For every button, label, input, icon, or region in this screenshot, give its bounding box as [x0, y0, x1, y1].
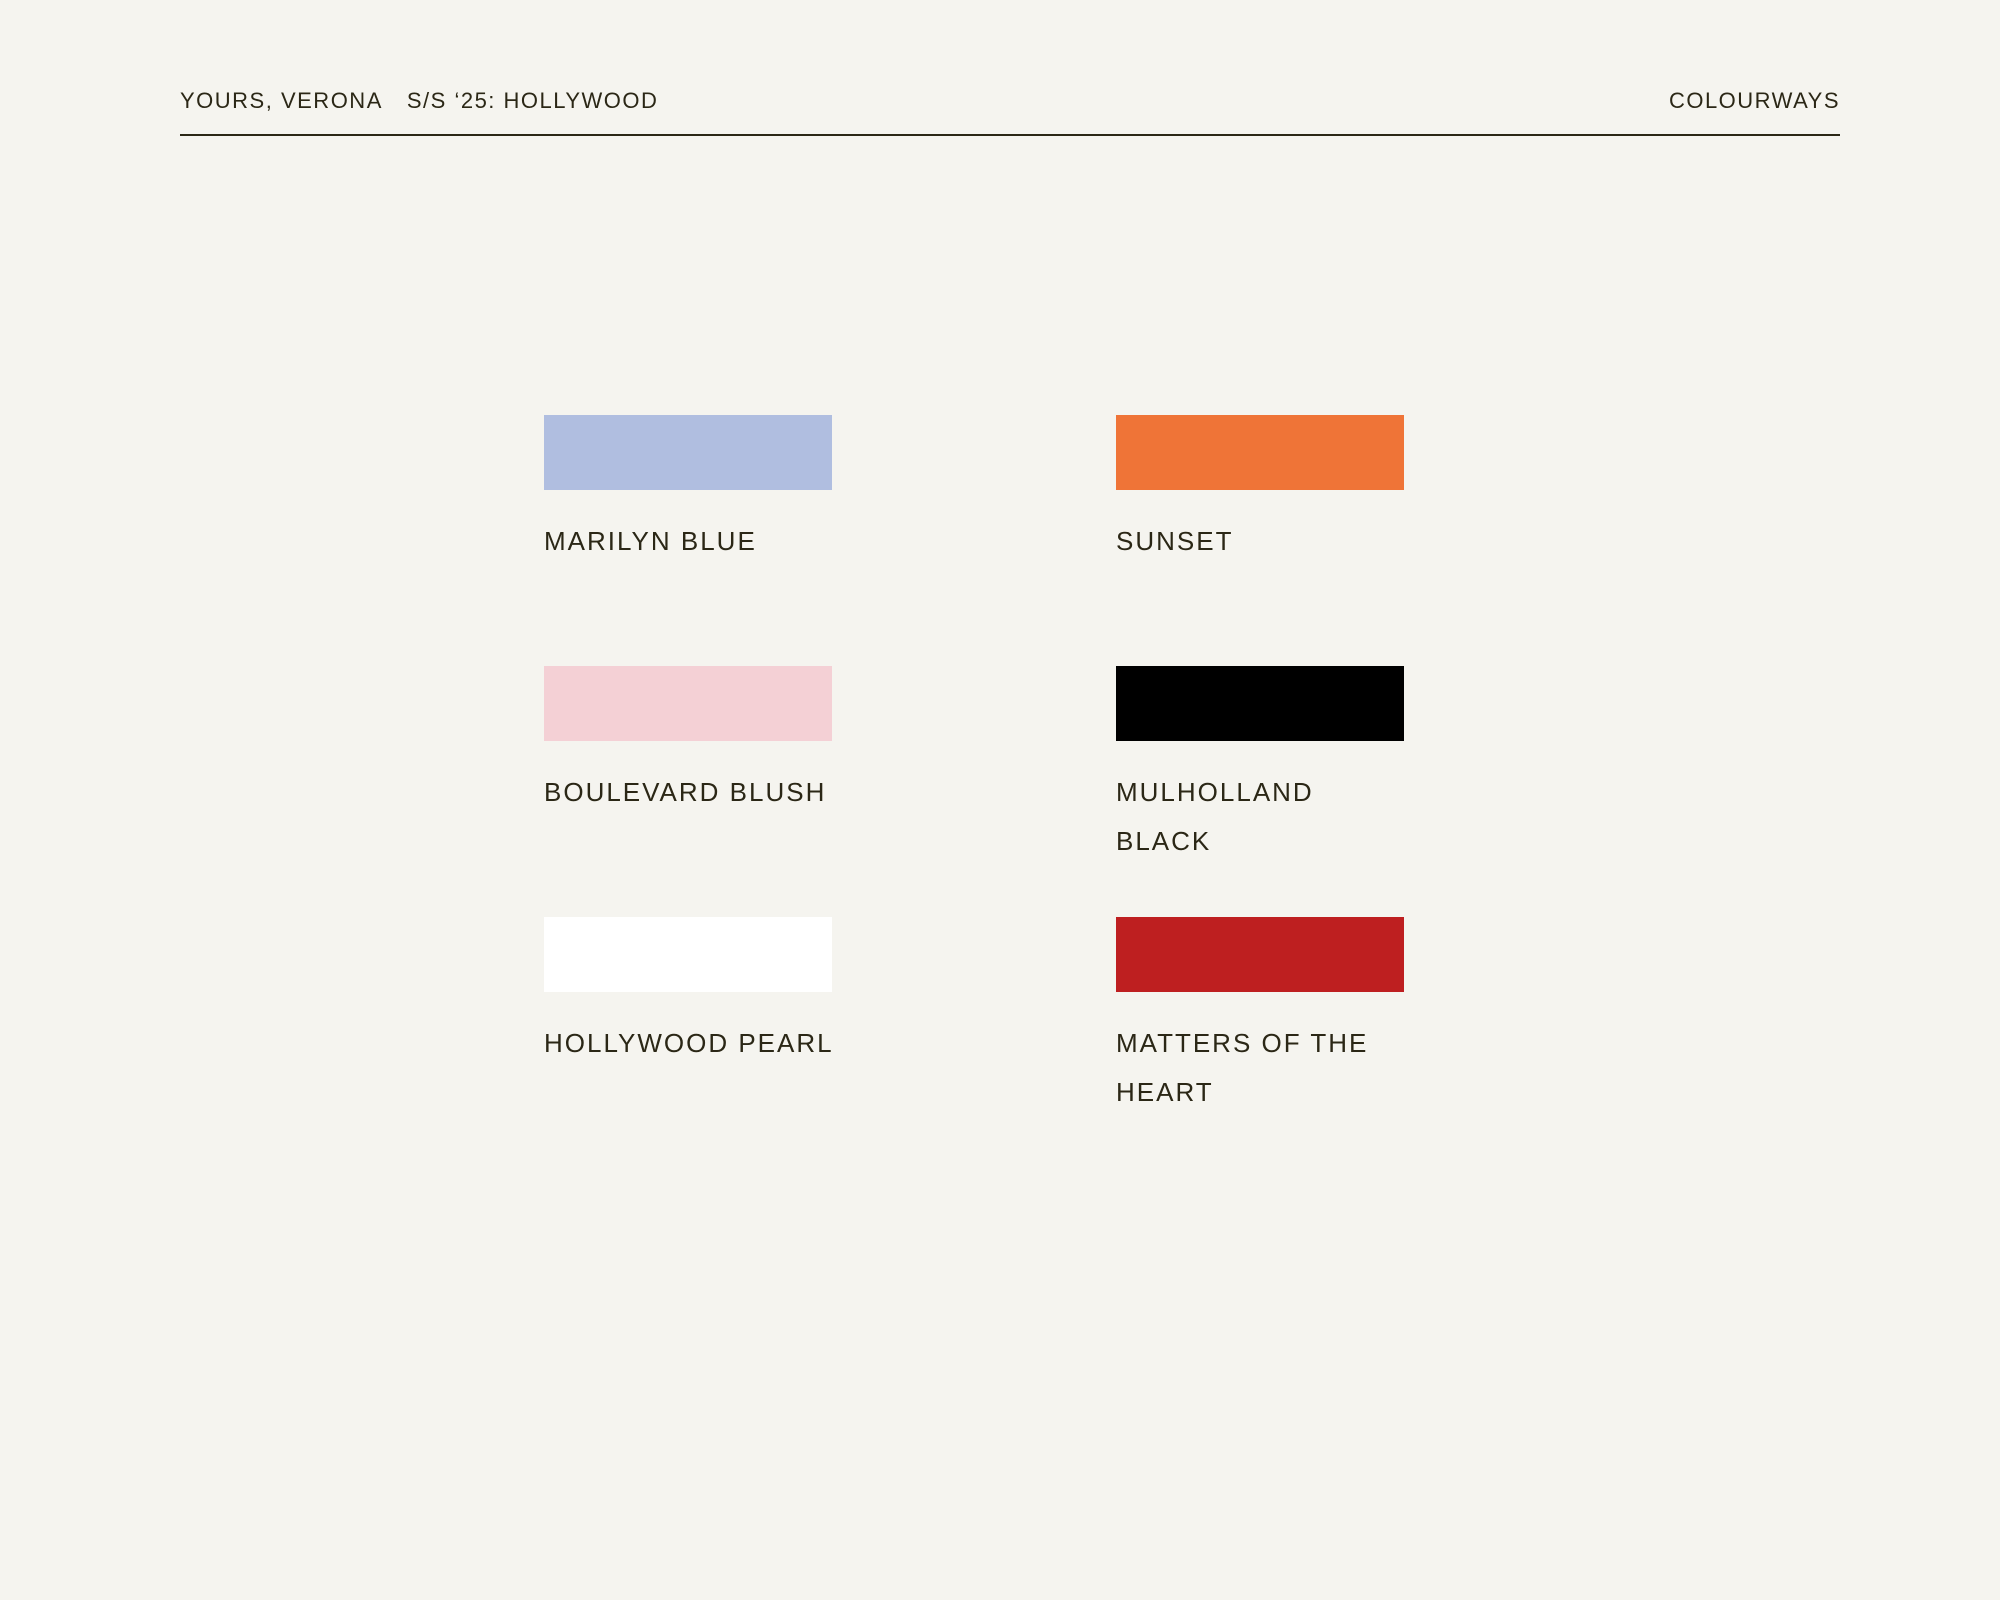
page-header: YOURS, VERONA S/S ‘25: HOLLYWOOD COLOURW… [180, 88, 1840, 136]
colourway-row: BOULEVARD BLUSH MULHOLLAND BLACK [544, 666, 1404, 866]
colourway-row: HOLLYWOOD PEARL MATTERS OF THE HEART [544, 917, 1404, 1117]
colour-swatch [544, 666, 832, 741]
colourway-row: MARILYN BLUE SUNSET [544, 415, 1404, 615]
colour-name: MARILYN BLUE [544, 526, 757, 556]
collection-title: S/S ‘25: HOLLYWOOD [406, 88, 659, 113]
colourway-item: BOULEVARD BLUSH [544, 666, 832, 817]
colour-swatch [544, 917, 832, 992]
colour-swatch [1116, 415, 1404, 490]
section-title: COLOURWAYS [1668, 88, 1840, 113]
header-left: YOURS, VERONA S/S ‘25: HOLLYWOOD [180, 88, 658, 114]
colour-name: BOULEVARD BLUSH [544, 777, 827, 807]
colourway-item: MULHOLLAND BLACK [1116, 666, 1404, 866]
colour-swatch [1116, 917, 1404, 992]
colour-name: MULHOLLAND BLACK [1116, 777, 1314, 856]
colourway-item: HOLLYWOOD PEARL [544, 917, 832, 1068]
brand-name: YOURS, VERONA [180, 88, 383, 113]
colourway-item: MATTERS OF THE HEART [1116, 917, 1404, 1117]
colourway-item: MARILYN BLUE [544, 415, 832, 566]
colour-name: SUNSET [1116, 526, 1234, 556]
colourway-item: SUNSET [1116, 415, 1404, 566]
colour-name: HOLLYWOOD PEARL [544, 1028, 834, 1058]
colour-name: MATTERS OF THE HEART [1116, 1028, 1369, 1107]
colour-swatch [544, 415, 832, 490]
colour-swatch [1116, 666, 1404, 741]
